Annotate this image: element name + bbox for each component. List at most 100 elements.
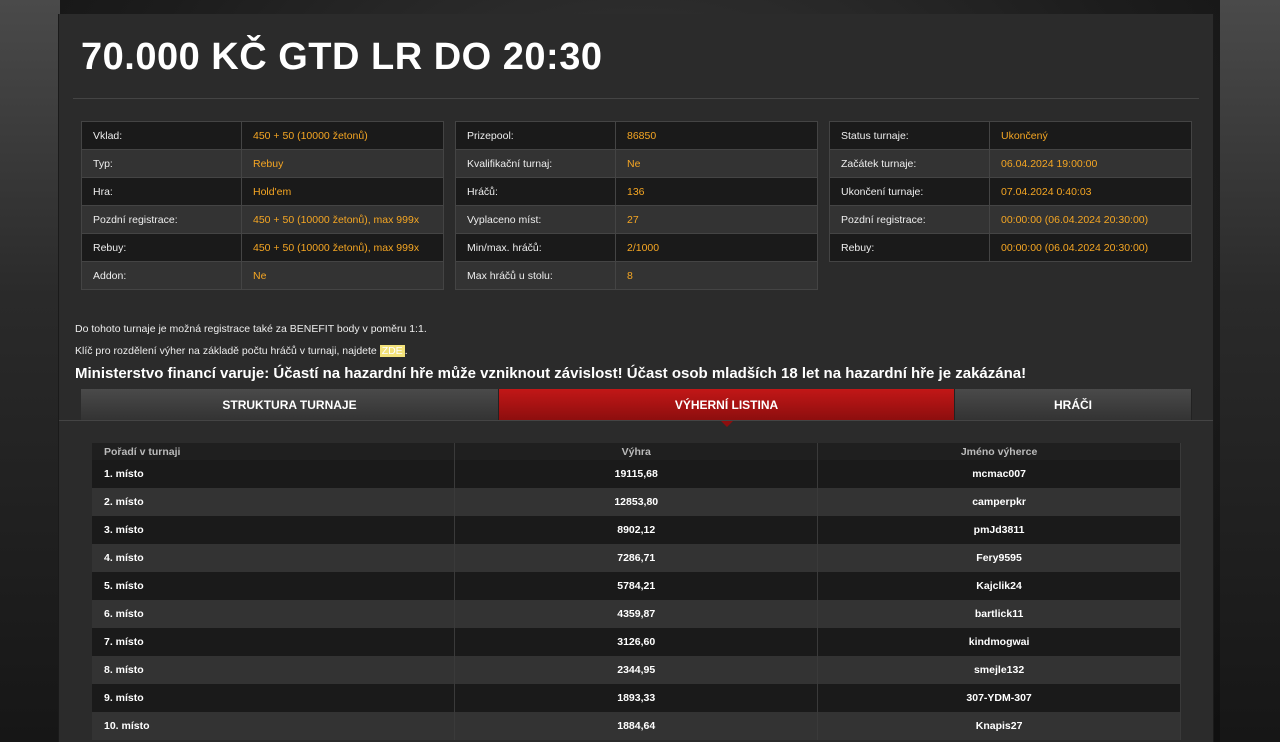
prize-cell: 1893,33: [454, 684, 819, 712]
info-label: Ukončení turnaje:: [829, 177, 990, 206]
prize-cell: 12853,80: [454, 488, 819, 516]
table-row: 8. místo 2344,95 smejle132: [92, 656, 1181, 684]
table-row: 5. místo 5784,21 Kajclik24: [92, 572, 1181, 600]
rank-cell: 5. místo: [92, 572, 456, 600]
page-title: 70.000 KČ GTD LR DO 20:30: [81, 36, 603, 78]
tournament-panel: 70.000 KČ GTD LR DO 20:30 Vklad: 450 + 50…: [58, 14, 1214, 742]
info-row: Rebuy: 00:00:00 (06.04.2024 20:30:00): [829, 233, 1192, 262]
winner-cell: smejle132: [817, 656, 1181, 684]
prize-key-text: Klíč pro rozdělení výher na základě počt…: [75, 345, 380, 357]
tournament-tabs: STRUKTURA TURNAJE VÝHERNÍ LISTINA HRÁČI: [81, 389, 1192, 427]
info-label: Min/max. hráčů:: [455, 233, 616, 262]
table-row: 2. místo 12853,80 camperpkr: [92, 488, 1181, 516]
info-table-left: Vklad: 450 + 50 (10000 žetonů) Typ: Rebuy …: [81, 121, 444, 290]
info-value: 07.04.2024 0:40:03: [989, 177, 1192, 206]
info-label: Prizepool:: [455, 121, 616, 150]
winner-cell: pmJd3811: [817, 516, 1181, 544]
info-label: Pozdní registrace:: [829, 205, 990, 234]
info-row: Rebuy: 450 + 50 (10000 žetonů), max 999x: [81, 233, 444, 262]
info-value: Ne: [241, 261, 444, 290]
rank-cell: 3. místo: [92, 516, 456, 544]
winner-cell: camperpkr: [817, 488, 1181, 516]
title-divider: [73, 98, 1199, 99]
info-row: Min/max. hráčů: 2/1000: [455, 233, 818, 262]
winner-cell: Kajclik24: [817, 572, 1181, 600]
info-row: Kvalifikační turnaj: Ne: [455, 149, 818, 178]
info-row: Max hráčů u stolu: 8: [455, 261, 818, 290]
column-header-prize: Výhra: [454, 443, 819, 460]
info-row: Pozdní registrace: 450 + 50 (10000 žetonů…: [81, 205, 444, 234]
info-label: Status turnaje:: [829, 121, 990, 150]
info-value: Hold'em: [241, 177, 444, 206]
info-value: 450 + 50 (10000 žetonů), max 999x: [241, 233, 444, 262]
info-label: Typ:: [81, 149, 242, 178]
info-value: 450 + 50 (10000 žetonů), max 999x: [241, 205, 444, 234]
background-right: [1220, 0, 1280, 742]
table-row: 3. místo 8902,12 pmJd3811: [92, 516, 1181, 544]
info-value: 86850: [615, 121, 818, 150]
winner-cell: mcmac007: [817, 460, 1181, 488]
rank-cell: 2. místo: [92, 488, 456, 516]
tournament-notes: Do tohoto turnaje je možná registrace ta…: [75, 322, 427, 366]
info-value: Rebuy: [241, 149, 444, 178]
info-label: Začátek turnaje:: [829, 149, 990, 178]
prize-cell: 2344,95: [454, 656, 819, 684]
prize-cell: 5784,21: [454, 572, 819, 600]
info-label: Max hráčů u stolu:: [455, 261, 616, 290]
info-label: Vyplaceno míst:: [455, 205, 616, 234]
info-row: Vyplaceno míst: 27: [455, 205, 818, 234]
info-value: 00:00:00 (06.04.2024 20:30:00): [989, 205, 1192, 234]
table-row: 7. místo 3126,60 kindmogwai: [92, 628, 1181, 656]
info-label: Hra:: [81, 177, 242, 206]
info-label: Kvalifikační turnaj:: [455, 149, 616, 178]
info-row: Typ: Rebuy: [81, 149, 444, 178]
info-row: Status turnaje: Ukončený: [829, 121, 1192, 150]
rank-cell: 1. místo: [92, 460, 456, 488]
rank-cell: 8. místo: [92, 656, 456, 684]
gambling-warning: Ministerstvo financí varuje: Účastí na h…: [75, 365, 1027, 382]
info-label: Rebuy:: [829, 233, 990, 262]
info-table-middle: Prizepool: 86850 Kvalifikační turnaj: Ne H…: [455, 121, 818, 290]
info-label: Vklad:: [81, 121, 242, 150]
table-row: 10. místo 1884,64 Knapis27: [92, 712, 1181, 740]
info-value: 450 + 50 (10000 žetonů): [241, 121, 444, 150]
winner-cell: 307-YDM-307: [817, 684, 1181, 712]
tab-winners[interactable]: VÝHERNÍ LISTINA: [499, 389, 955, 427]
winner-cell: Knapis27: [817, 712, 1181, 740]
info-table-right: Status turnaje: Ukončený Začátek turnaje:…: [829, 121, 1192, 262]
prize-key-suffix: .: [404, 345, 408, 357]
prize-cell: 4359,87: [454, 600, 819, 628]
winner-cell: kindmogwai: [817, 628, 1181, 656]
info-value: 8: [615, 261, 818, 290]
table-row: 1. místo 19115,68 mcmac007: [92, 460, 1181, 488]
prize-cell: 19115,68: [454, 460, 819, 488]
winner-cell: bartlick11: [817, 600, 1181, 628]
info-value: Ukončený: [989, 121, 1192, 150]
winner-cell: Fery9595: [817, 544, 1181, 572]
info-row: Addon: Ne: [81, 261, 444, 290]
info-value: Ne: [615, 149, 818, 178]
tab-structure[interactable]: STRUKTURA TURNAJE: [81, 389, 499, 420]
rank-cell: 6. místo: [92, 600, 456, 628]
winners-header-row: Pořadí v turnaji Výhra Jméno výherce: [92, 443, 1181, 460]
prize-key-link[interactable]: ZDE: [379, 345, 405, 357]
prize-cell: 3126,60: [454, 628, 819, 656]
info-row: Hra: Hold'em: [81, 177, 444, 206]
rank-cell: 10. místo: [92, 712, 456, 740]
prize-key-note: Klíč pro rozdělení výher na základě počt…: [75, 344, 427, 366]
info-value: 2/1000: [615, 233, 818, 262]
table-row: 9. místo 1893,33 307-YDM-307: [92, 684, 1181, 712]
info-label: Pozdní registrace:: [81, 205, 242, 234]
tab-players[interactable]: HRÁČI: [955, 389, 1192, 420]
table-row: 6. místo 4359,87 bartlick11: [92, 600, 1181, 628]
background-left: [0, 0, 60, 742]
info-row: Ukončení turnaje: 07.04.2024 0:40:03: [829, 177, 1192, 206]
prize-cell: 7286,71: [454, 544, 819, 572]
prize-cell: 8902,12: [454, 516, 819, 544]
rank-cell: 4. místo: [92, 544, 456, 572]
info-label: Addon:: [81, 261, 242, 290]
rank-cell: 9. místo: [92, 684, 456, 712]
info-label: Hráčů:: [455, 177, 616, 206]
info-value: 06.04.2024 19:00:00: [989, 149, 1192, 178]
info-row: Prizepool: 86850: [455, 121, 818, 150]
